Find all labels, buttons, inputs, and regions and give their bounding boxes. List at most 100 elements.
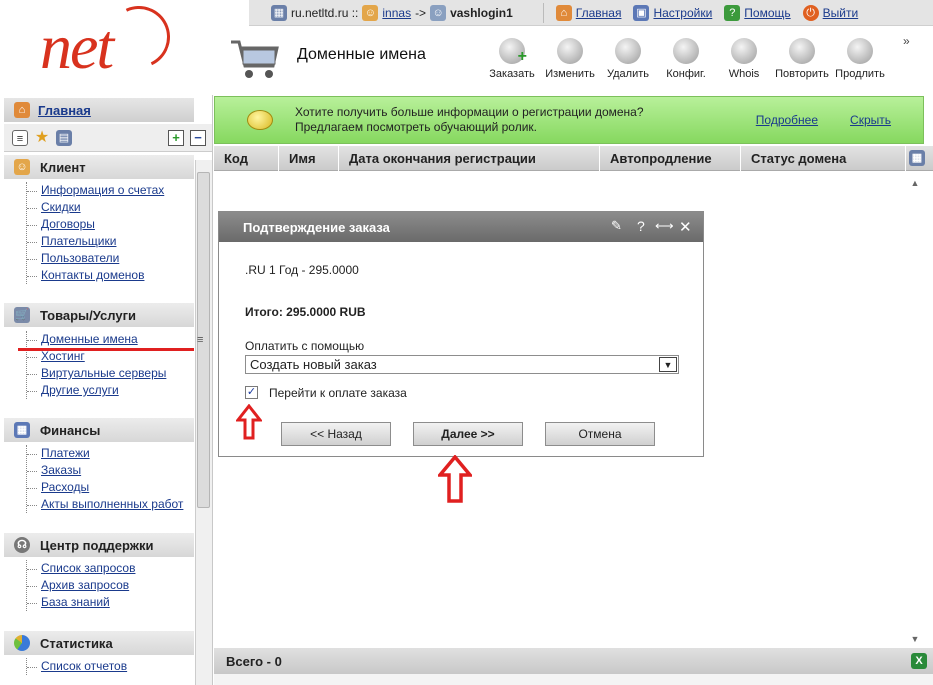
home-icon: ⌂ bbox=[555, 4, 572, 21]
sidebar-item-discounts[interactable]: Скидки bbox=[27, 199, 164, 216]
statistics-tree: Список отчетов bbox=[26, 658, 127, 675]
back-button[interactable]: << Назад bbox=[281, 422, 391, 446]
help-link[interactable]: Помощь bbox=[744, 6, 790, 20]
favorites-star-icon[interactable]: ★ bbox=[34, 129, 50, 146]
renew-button[interactable]: Продлить bbox=[831, 38, 889, 80]
dialog-help-icon[interactable]: ? bbox=[637, 218, 645, 234]
chevron-down-icon[interactable]: ▼ bbox=[659, 357, 677, 372]
banner-text: Хотите получить больше информации о реги… bbox=[295, 105, 644, 134]
section-client[interactable]: ☺ Клиент bbox=[4, 155, 194, 179]
goto-payment-label: Перейти к оплате заказа bbox=[269, 386, 407, 400]
sidebar-item-users[interactable]: Пользователи bbox=[27, 250, 164, 267]
topbar-settings[interactable]: ▣ Настройки bbox=[627, 4, 718, 21]
briefcase-icon[interactable]: ▤ bbox=[56, 129, 72, 146]
logo: net bbox=[40, 11, 114, 82]
banner-hide-link[interactable]: Скрыть bbox=[850, 113, 891, 127]
next-button[interactable]: Далее >> bbox=[413, 422, 523, 446]
support-tree: Список запросов Архив запросов База знан… bbox=[26, 560, 135, 611]
power-icon: ⏻ bbox=[802, 4, 819, 21]
delete-icon bbox=[615, 38, 641, 64]
scroll-down-icon[interactable]: ▼ bbox=[906, 634, 924, 644]
sidebar-item-accounts[interactable]: Информация о счетах bbox=[27, 182, 164, 199]
repeat-icon bbox=[789, 38, 815, 64]
list-view-icon[interactable]: ≡ bbox=[12, 129, 28, 146]
section-finance[interactable]: ▦ Финансы bbox=[4, 418, 194, 442]
help-icon: ? bbox=[724, 4, 741, 21]
column-code[interactable]: Код bbox=[214, 145, 279, 171]
column-name[interactable]: Имя bbox=[279, 145, 339, 171]
config-icon bbox=[673, 38, 699, 64]
close-icon[interactable]: ✕ bbox=[679, 218, 692, 236]
sidebar-item-knowledge[interactable]: База знаний bbox=[27, 594, 135, 611]
toolbar: Доменные имена + Заказать Изменить Удалит… bbox=[213, 26, 933, 94]
grid-scrollbar[interactable]: ▲ ▼ bbox=[906, 172, 924, 648]
finance-icon: ▦ bbox=[14, 422, 30, 438]
sidebar-item-other[interactable]: Другие услуги bbox=[27, 382, 166, 399]
order-line: .RU 1 Год - 295.0000 bbox=[245, 263, 359, 277]
sidebar-item-expenses[interactable]: Расходы bbox=[27, 479, 183, 496]
grid-footer: Всего - 0 X bbox=[214, 648, 933, 674]
column-chooser-icon[interactable]: ▦ bbox=[909, 150, 925, 166]
sidebar-home[interactable]: ⌂ Главная bbox=[4, 98, 194, 122]
sidebar-item-domains[interactable]: Доменные имена bbox=[27, 331, 166, 348]
renew-icon bbox=[847, 38, 873, 64]
home-icon: ⌂ bbox=[14, 102, 30, 118]
scroll-up-icon[interactable]: ▲ bbox=[906, 178, 924, 188]
home-link[interactable]: Главная bbox=[576, 6, 622, 20]
banner-more-link[interactable]: Подробнее bbox=[756, 113, 818, 127]
dialog-buttons: << Назад Далее >> Отмена bbox=[281, 422, 655, 446]
cancel-button[interactable]: Отмена bbox=[545, 422, 655, 446]
excel-export-icon[interactable]: X bbox=[911, 653, 927, 669]
sidebar-item-reports[interactable]: Список отчетов bbox=[27, 658, 127, 675]
more-tools-button[interactable]: » bbox=[903, 34, 910, 48]
speech-bubble-icon bbox=[247, 110, 273, 130]
topbar-help[interactable]: ? Помощь bbox=[718, 4, 796, 21]
section-goods[interactable]: 🛒 Товары/Услуги bbox=[4, 303, 194, 327]
dialog-header: Подтверждение заказа bbox=[219, 212, 703, 242]
whois-button[interactable]: Whois bbox=[715, 38, 773, 80]
pin-icon[interactable]: ✎ bbox=[611, 218, 622, 234]
column-status[interactable]: Статус домена bbox=[741, 145, 906, 171]
edit-button[interactable]: Изменить bbox=[541, 38, 599, 80]
login-label: vashlogin1 bbox=[450, 5, 513, 20]
pay-method-label: Оплатить с помощью bbox=[245, 339, 365, 353]
settings-link[interactable]: Настройки bbox=[653, 6, 712, 20]
goods-tree: Доменные имена Хостинг Виртуальные серве… bbox=[26, 331, 166, 399]
repeat-button[interactable]: Повторить bbox=[773, 38, 831, 80]
arrow-label: -> bbox=[415, 5, 427, 20]
delete-button[interactable]: Удалить bbox=[599, 38, 657, 80]
sidebar-item-payers[interactable]: Плательщики bbox=[27, 233, 164, 250]
resize-icon[interactable]: ⟷ bbox=[655, 218, 674, 234]
section-statistics[interactable]: Статистика bbox=[4, 631, 194, 655]
grid-header: Код Имя Дата окончания регистрации Автоп… bbox=[214, 145, 933, 171]
client-tree: Информация о счетах Скидки Договоры Плат… bbox=[26, 182, 164, 284]
pay-method-select[interactable]: Создать новый заказ ▼ bbox=[245, 355, 679, 374]
section-support[interactable]: ☊ Центр поддержки bbox=[4, 533, 194, 557]
topbar-home[interactable]: ⌂ Главная bbox=[550, 4, 628, 21]
sidebar-home-link[interactable]: Главная bbox=[38, 103, 91, 118]
user-link[interactable]: innas bbox=[382, 6, 411, 20]
cart-icon bbox=[231, 40, 279, 78]
edit-icon bbox=[557, 38, 583, 64]
sidebar-item-requests[interactable]: Список запросов bbox=[27, 560, 135, 577]
sidebar-item-orders[interactable]: Заказы bbox=[27, 462, 183, 479]
config-button[interactable]: Конфиг. bbox=[657, 38, 715, 80]
collapse-all-icon[interactable]: − bbox=[190, 129, 206, 146]
sidebar-item-acts[interactable]: Акты выполненных работ bbox=[27, 496, 183, 513]
logout-link[interactable]: Выйти bbox=[823, 6, 859, 20]
client-icon: ☺ bbox=[14, 159, 30, 175]
finance-tree: Платежи Заказы Расходы Акты выполненных … bbox=[26, 445, 183, 513]
sidebar-item-archive[interactable]: Архив запросов bbox=[27, 577, 135, 594]
pie-chart-icon bbox=[14, 635, 30, 651]
top-bar: ▦ ru.netltd.ru :: ☺ innas -> ☺ vashlogin… bbox=[249, 0, 933, 26]
sidebar-item-contracts[interactable]: Договоры bbox=[27, 216, 164, 233]
sidebar-item-vps[interactable]: Виртуальные серверы bbox=[27, 365, 166, 382]
column-autorenew[interactable]: Автопродление bbox=[600, 145, 741, 171]
sidebar-item-domain-contacts[interactable]: Контакты доменов bbox=[27, 267, 164, 284]
goto-payment-checkbox[interactable]: ✓ bbox=[245, 386, 258, 399]
sidebar-item-payments[interactable]: Платежи bbox=[27, 445, 183, 462]
expand-all-icon[interactable]: + bbox=[168, 129, 184, 146]
topbar-logout[interactable]: ⏻ Выйти bbox=[797, 4, 865, 21]
column-expiry-date[interactable]: Дата окончания регистрации bbox=[339, 145, 600, 171]
order-button[interactable]: + Заказать bbox=[483, 38, 541, 80]
